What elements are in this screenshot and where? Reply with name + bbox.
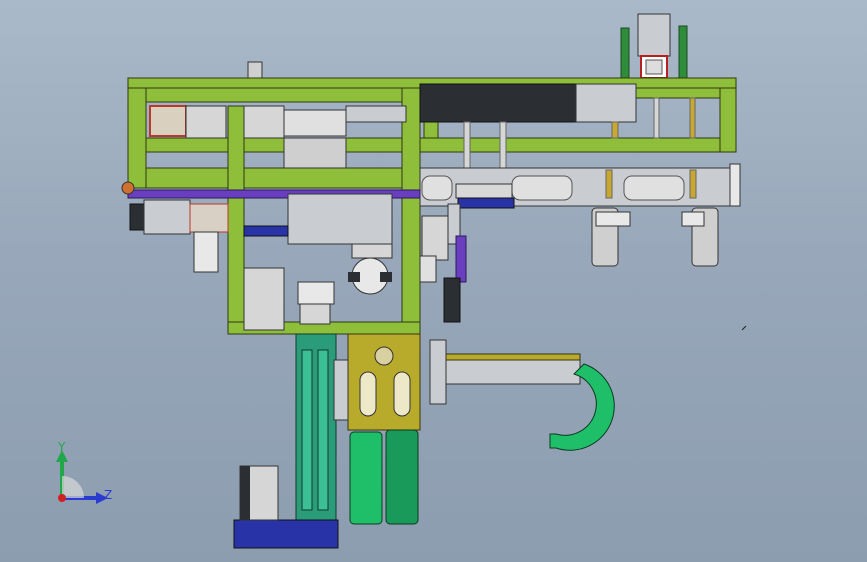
lower-carriage[interactable]	[419, 163, 741, 209]
blue-base[interactable]	[233, 519, 339, 549]
z-axis-label: Z	[104, 488, 113, 502]
green-wheels[interactable]	[349, 429, 419, 525]
mid-housing[interactable]	[243, 193, 393, 331]
cursor-mark	[741, 325, 747, 331]
vertical-column[interactable]	[295, 333, 337, 523]
triad-origin	[58, 494, 66, 502]
assembly-model[interactable]	[0, 0, 867, 562]
top-knob	[247, 61, 263, 79]
side-motor[interactable]	[129, 199, 229, 273]
top-motor[interactable]	[620, 13, 688, 79]
left-gearbox[interactable]	[149, 105, 347, 169]
base-motor[interactable]	[239, 465, 279, 521]
axis-triad: Y Z	[40, 436, 120, 516]
cad-viewport[interactable]: Y Z	[0, 0, 867, 562]
y-axis-label: Y	[58, 440, 66, 454]
right-legs[interactable]	[591, 207, 719, 267]
conveyor-rail[interactable]	[429, 339, 581, 405]
right-bracket[interactable]	[419, 203, 467, 323]
gripper-plate[interactable]	[333, 333, 421, 431]
